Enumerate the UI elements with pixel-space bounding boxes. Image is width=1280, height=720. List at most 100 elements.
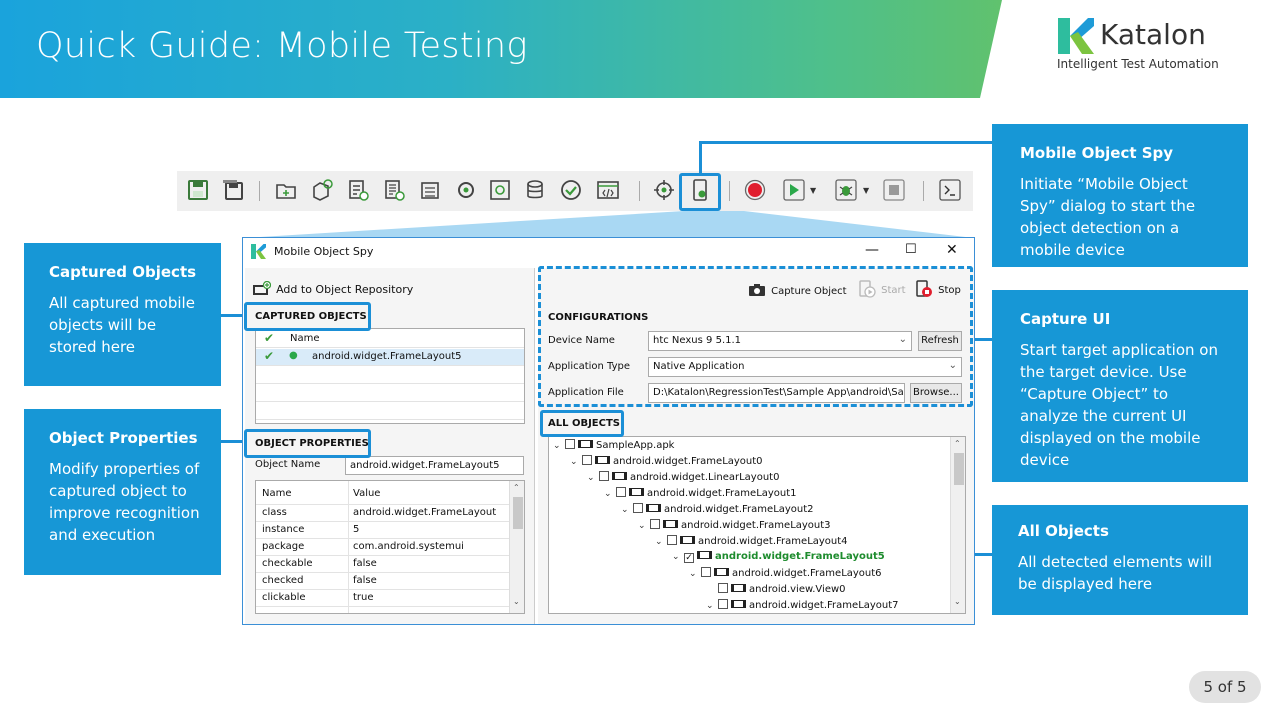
tree-node[interactable]: ⌄ android.widget.FrameLayout4 [655,535,848,551]
connector-line [973,338,993,341]
tree-node-selected[interactable]: ⌄ ✓ android.widget.FrameLayout5 [672,551,885,567]
node-icon [680,536,695,544]
spy-web-icon[interactable] [489,179,511,201]
table-row[interactable]: clickable true [256,590,524,607]
node-icon [697,551,712,559]
table-header: ✔ Name [256,331,524,348]
run-icon[interactable] [783,179,805,201]
tree-checkbox[interactable] [650,519,660,529]
table-row [256,385,524,402]
code-icon[interactable] [597,179,619,201]
close-icon[interactable]: ✕ [946,242,958,258]
tree-checkbox[interactable] [718,599,728,609]
tree-node-label: android.widget.FrameLayout5 [715,551,885,562]
check-icon[interactable] [560,179,582,201]
tree-checkbox[interactable] [667,535,677,545]
chevron-down-icon[interactable]: ⌄ [672,552,684,562]
prop-value[interactable]: false [353,558,377,569]
column-header-value: Value [353,488,381,499]
connector-line [699,141,993,144]
record-icon[interactable] [744,179,766,201]
page-title: Quick Guide: Mobile Testing [36,26,528,66]
tree-checkbox[interactable] [633,503,643,513]
katalon-logo-icon [1058,18,1094,54]
new-test-suite-icon[interactable] [383,179,405,201]
maximize-icon[interactable]: ☐ [905,242,917,257]
tree-node[interactable]: ⌄ android.widget.FrameLayout3 [638,519,831,535]
add-to-repository-button[interactable]: Add to Object Repository [253,278,413,297]
add-repository-icon [253,280,272,295]
chevron-down-icon[interactable]: ⌄ [553,441,565,451]
tree-node[interactable]: ⌄ android.widget.LinearLayout0 [587,471,779,487]
object-name-input[interactable]: android.widget.FrameLayout5 [345,456,524,475]
scroll-down-icon[interactable]: ⌄ [513,597,520,606]
table-row[interactable]: package com.android.systemui [256,539,524,556]
table-row[interactable]: class android.widget.FrameLayout [256,505,524,522]
save-icon[interactable] [187,179,209,201]
tree-node[interactable]: ⌄ android.widget.FrameLayout1 [604,487,797,503]
chevron-down-icon[interactable]: ⌄ [655,537,667,547]
window-titlebar: Mobile Object Spy — ☐ ✕ [243,238,974,266]
minimize-icon[interactable]: — [865,242,879,258]
scroll-thumb[interactable] [513,497,523,529]
table-row[interactable]: checked false [256,573,524,590]
chevron-down-icon[interactable]: ⌄ [689,569,701,579]
main-toolbar: ▼ ▼ [177,171,973,211]
chevron-down-icon[interactable]: ⌄ [706,601,718,611]
scroll-thumb[interactable] [954,453,964,485]
tree-node[interactable]: ⌄ android.widget.FrameLayout7 [706,599,899,613]
new-test-case-icon[interactable] [347,179,369,201]
tree-node-label: android.widget.FrameLayout1 [647,488,797,499]
prop-value[interactable]: true [353,592,374,603]
new-test-data-icon[interactable] [419,179,441,201]
prop-value[interactable]: false [353,575,377,586]
run-dropdown-icon[interactable]: ▼ [810,186,816,195]
save-all-icon[interactable] [222,179,244,201]
chevron-down-icon[interactable]: ⌄ [604,489,616,499]
tree-checkbox[interactable] [582,455,592,465]
chevron-down-icon[interactable]: ⌄ [638,521,650,531]
tree-scrollbar[interactable]: ⌃ ⌄ [950,437,965,613]
tree-node[interactable]: android.view.View0 [718,583,846,599]
prop-value[interactable]: 5 [353,524,359,535]
tree-checkbox[interactable] [616,487,626,497]
all-objects-tree: ⌄ SampleApp.apk ⌄ android.widget.FrameLayo… [548,436,966,614]
tree-node[interactable]: ⌄ android.widget.FrameLayout2 [621,503,814,519]
object-properties-highlight [244,429,371,458]
table-row[interactable]: instance 5 [256,522,524,539]
scroll-up-icon[interactable]: ⌃ [513,483,520,492]
keyword-icon[interactable] [455,179,477,201]
chevron-down-icon[interactable]: ⌄ [587,473,599,483]
prop-value[interactable]: com.android.systemui [353,541,464,552]
stop-icon[interactable] [883,179,905,201]
row-checkbox[interactable]: ✔ [264,349,274,363]
console-icon[interactable] [939,179,961,201]
chevron-down-icon[interactable]: ⌄ [570,457,582,467]
chevron-down-icon[interactable]: ⌄ [621,505,633,515]
scroll-up-icon[interactable]: ⌃ [954,439,961,448]
debug-dropdown-icon[interactable]: ▼ [863,186,869,195]
tree-node[interactable]: ⌄ android.widget.FrameLayout0 [570,455,763,471]
prop-value[interactable]: android.widget.FrameLayout [353,507,496,518]
tree-checkbox[interactable] [565,439,575,449]
new-object-icon[interactable] [311,179,333,201]
new-folder-icon[interactable] [275,179,297,201]
node-icon [663,520,678,528]
tree-checkbox[interactable] [718,583,728,593]
properties-scrollbar[interactable]: ⌃ ⌄ [509,481,524,613]
tree-node[interactable]: ⌄ android.widget.FrameLayout6 [689,567,882,583]
tree-checkbox[interactable] [599,471,609,481]
tree-checkbox-checked[interactable]: ✓ [684,553,694,563]
tree-checkbox[interactable] [701,567,711,577]
tree-node[interactable]: ⌄ SampleApp.apk [553,439,674,455]
debug-icon[interactable] [835,179,857,201]
database-icon[interactable] [525,179,547,201]
check-all-icon[interactable]: ✔ [264,331,274,345]
record-web-icon[interactable] [653,179,675,201]
prop-name: checkable [262,558,313,569]
capture-ui-highlight [538,266,973,407]
table-row[interactable]: checkable false [256,556,524,573]
scroll-down-icon[interactable]: ⌄ [954,597,961,606]
table-row[interactable]: ✔ ● android.widget.FrameLayout5 [256,349,524,366]
callout-title: All Objects [1018,522,1109,540]
